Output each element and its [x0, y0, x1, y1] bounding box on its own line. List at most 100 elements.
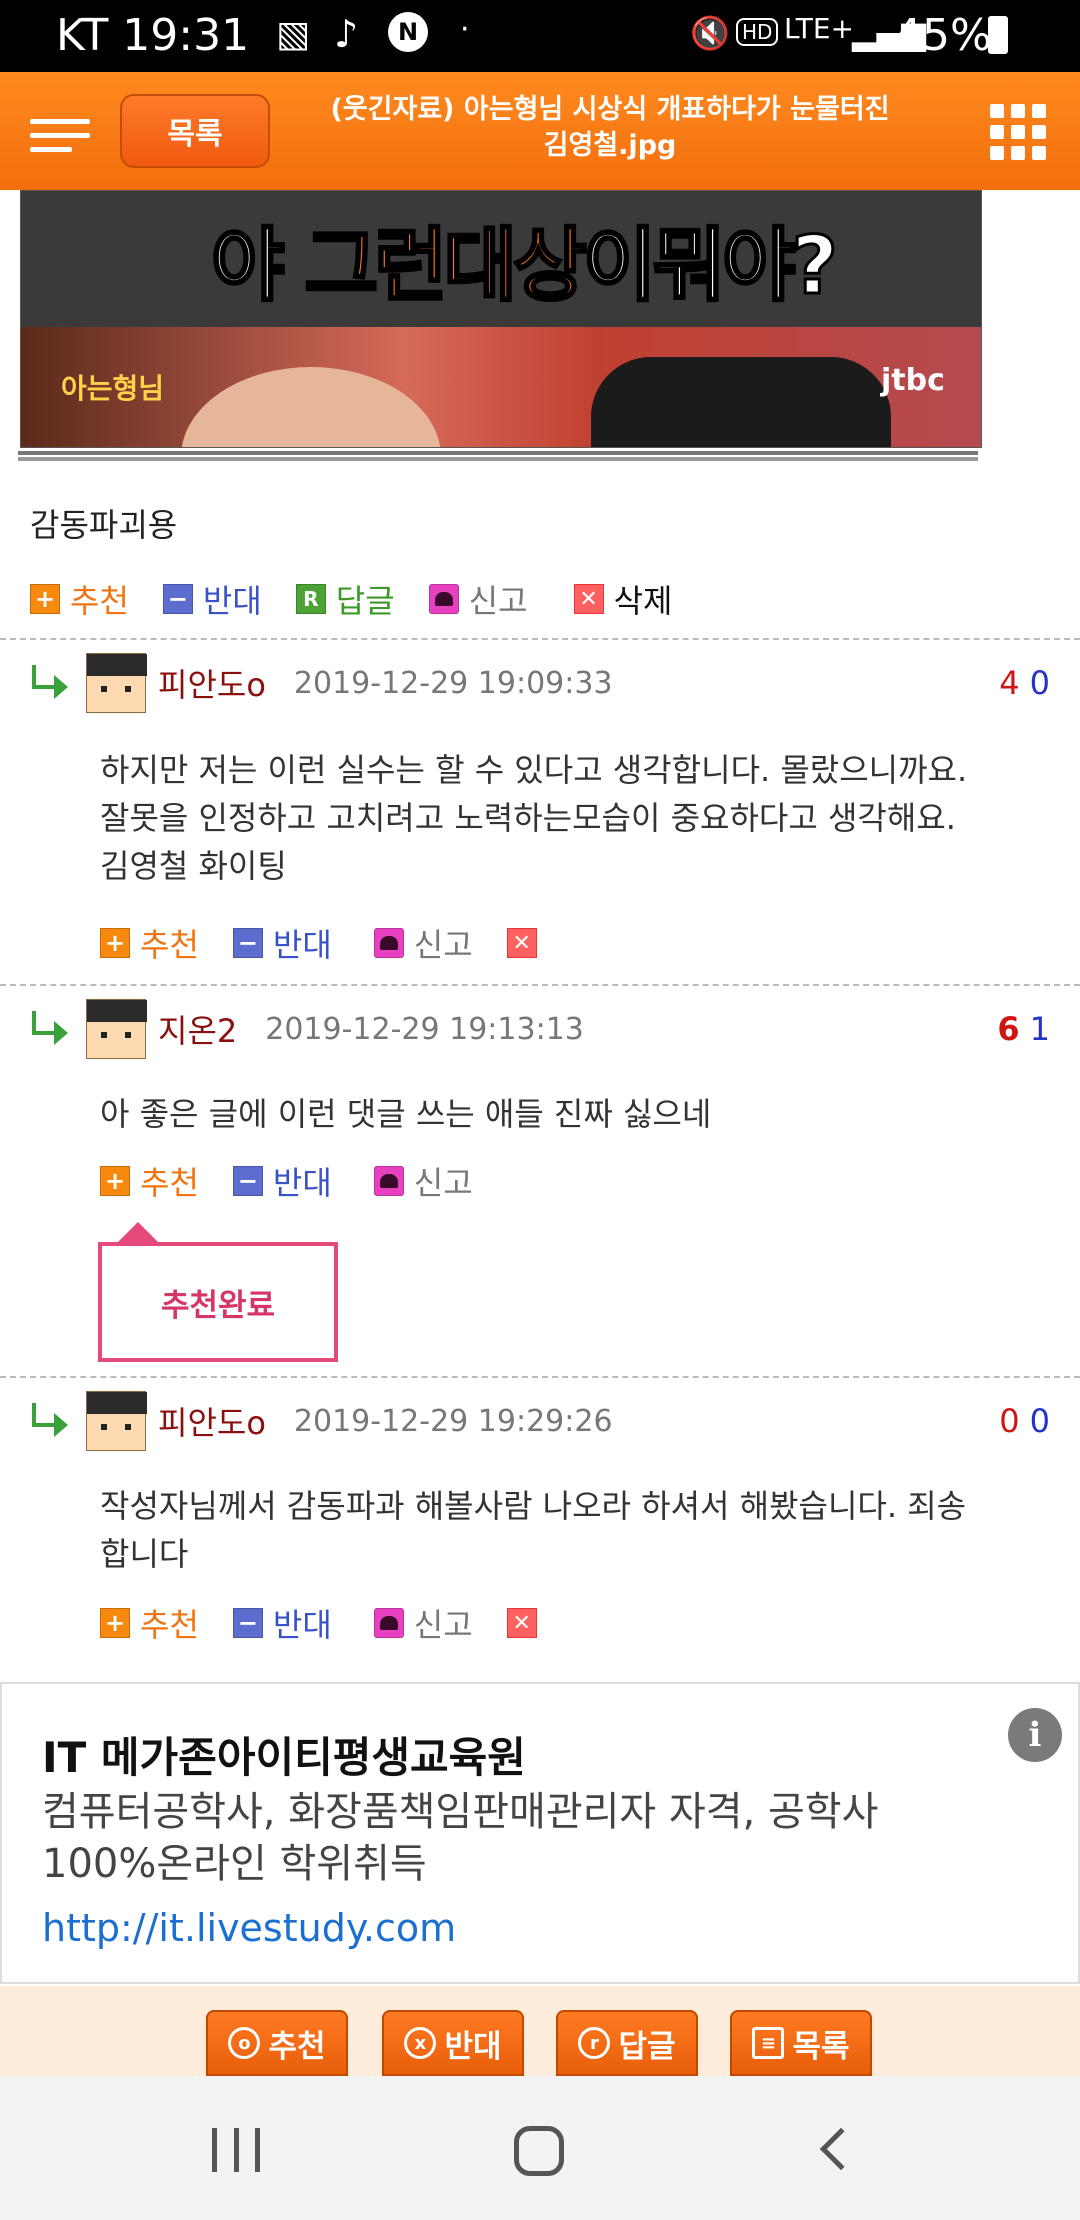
ad-link[interactable]: http://it.livestudy.com [42, 1906, 456, 1950]
close-icon: ✕ [506, 928, 537, 958]
comment-body: 작성자님께서 감동파과 해볼사람 나오라 하셔서 해봤습니다. 죄송 합니다 [100, 1487, 967, 1573]
bottom-reply-button[interactable]: r 답글 [556, 2010, 698, 2076]
close-icon: ✕ [573, 584, 604, 614]
vote-counts: 00 [999, 1402, 1050, 1440]
comment-item: 피안도o 2019-12-29 19:29:26 00 작성자님께서 감동파과 … [28, 1386, 1080, 1676]
battery-icon [988, 16, 1008, 54]
comment-date: 2019-12-29 19:13:13 [265, 1011, 584, 1047]
comment-actions: + 추천 − 반대 신고 [100, 1158, 1080, 1204]
minus-icon: − [162, 584, 193, 614]
comment-item: 피안도o 2019-12-29 19:09:33 40 하지만 저는 이런 실수… [28, 648, 1080, 988]
oppose-button[interactable]: − 반대 [232, 1158, 332, 1204]
reply-button[interactable]: R 답글 [295, 576, 395, 622]
image-caption: 야 그런대상이뭐야? [209, 218, 839, 314]
ad-banner[interactable]: IT 메가존아이티평생교육원 컴퓨터공학사, 화장품책임판매관리자 자격, 공학… [0, 1682, 1080, 1984]
status-bar: KT 19:31 ▧ ♪ N · 🔇 HD LTE+ ▂▄▆ 45% [0, 0, 1080, 72]
back-icon[interactable] [819, 2127, 863, 2171]
system-nav-bar [0, 2076, 1080, 2220]
report-button[interactable]: 신고 [373, 1600, 473, 1646]
comment-nick[interactable]: 피안도o [158, 1398, 266, 1444]
divider [0, 638, 1080, 640]
avatar [86, 653, 147, 713]
minus-icon: − [232, 1166, 263, 1196]
recommend-done-popup: 추천완료 [98, 1222, 338, 1362]
broadcaster-logo: jtbc [881, 363, 945, 398]
report-button[interactable]: 신고 [373, 1158, 473, 1204]
comment-body: 하지만 저는 이런 실수는 할 수 있다고 생각합니다. 몰랐으니까요. 잘못을… [100, 751, 968, 885]
post-body: 감동파괴용 [30, 506, 178, 544]
recent-apps-icon[interactable] [212, 2128, 260, 2172]
bottom-recommend-button[interactable]: o 추천 [206, 2010, 348, 2076]
close-icon: ✕ [506, 1608, 537, 1638]
vote-counts: 40 [999, 664, 1050, 702]
divider [18, 451, 978, 461]
show-logo: 아는형님 [61, 372, 165, 405]
post-title-line1: (웃긴자료) 아는형님 시상식 개표하다가 눈물터진 [330, 94, 890, 125]
vote-counts: 61 [997, 1010, 1050, 1048]
list-icon: ≡ [752, 2027, 785, 2059]
reply-arrow-icon [28, 1011, 72, 1047]
network-label: LTE+ [784, 12, 854, 45]
music-icon: ♪ [334, 12, 359, 56]
circle-o-icon: o [228, 2027, 261, 2059]
oppose-button[interactable]: − 반대 [162, 576, 262, 622]
recommend-button[interactable]: + 추천 [100, 920, 199, 966]
home-icon[interactable] [514, 2126, 564, 2176]
hd-icon: HD [736, 18, 779, 46]
reply-arrow-icon [28, 1403, 72, 1439]
naver-icon: N [388, 12, 428, 52]
info-icon[interactable]: i [1008, 1708, 1062, 1762]
siren-icon [428, 584, 459, 614]
oppose-button[interactable]: − 반대 [232, 920, 332, 966]
ad-title[interactable]: IT 메가존아이티평생교육원 [42, 1724, 526, 1785]
post-title-line2: 김영철.jpg [543, 130, 677, 161]
delete-button[interactable]: ✕ [506, 1608, 547, 1638]
comment-actions: + 추천 − 반대 신고 ✕ [100, 920, 1080, 966]
menu-icon[interactable] [30, 119, 90, 153]
recommend-button[interactable]: + 추천 [30, 576, 129, 622]
comment-body: 아 좋은 글에 이런 댓글 쓰는 애들 진짜 싫으네 [100, 1095, 712, 1133]
delete-button[interactable]: ✕ 삭제 [573, 576, 672, 622]
post-image: 야 그런대상이뭐야? 아는형님 jtbc [20, 190, 982, 448]
comment-nick[interactable]: 피안도o [158, 660, 266, 706]
post-title: (웃긴자료) 아는형님 시상식 개표하다가 눈물터진 김영철.jpg [300, 92, 920, 164]
top-bar: 목록 (웃긴자료) 아는형님 시상식 개표하다가 눈물터진 김영철.jpg [0, 72, 1080, 190]
siren-icon [373, 1166, 404, 1196]
recommend-button[interactable]: + 추천 [100, 1600, 199, 1646]
comment-header: 피안도o 2019-12-29 19:29:26 00 [28, 1386, 1080, 1456]
plus-icon: + [100, 928, 130, 958]
battery-percent: 45% [894, 10, 992, 61]
comment-header: 피안도o 2019-12-29 19:09:33 40 [28, 648, 1080, 718]
avatar [86, 999, 147, 1059]
delete-button[interactable]: ✕ [506, 928, 547, 958]
divider [0, 1376, 1080, 1378]
avatar [86, 1391, 147, 1451]
minus-icon: − [232, 1608, 263, 1638]
plus-icon: + [100, 1166, 130, 1196]
divider [0, 984, 1080, 986]
bottom-oppose-button[interactable]: x 반대 [382, 2010, 524, 2076]
grid-menu-icon[interactable] [990, 104, 1046, 160]
report-button[interactable]: 신고 [428, 576, 528, 622]
mute-icon: 🔇 [690, 14, 730, 52]
carrier-time: KT 19:31 [56, 10, 250, 61]
post-actions: + 추천 − 반대 R 답글 신고 ✕ 삭제 [30, 576, 706, 622]
minus-icon: − [232, 928, 263, 958]
comment-actions: + 추천 − 반대 신고 ✕ [100, 1600, 1080, 1646]
bottom-list-button[interactable]: ≡ 목록 [730, 2010, 872, 2076]
bottom-action-bar: o 추천 x 반대 r 답글 ≡ 목록 [0, 1986, 1080, 2076]
reply-arrow-icon [28, 665, 72, 701]
oppose-button[interactable]: − 반대 [232, 1600, 332, 1646]
siren-icon [373, 928, 404, 958]
comment-date: 2019-12-29 19:09:33 [293, 665, 613, 701]
report-button[interactable]: 신고 [373, 920, 473, 966]
recommend-button[interactable]: + 추천 [100, 1158, 199, 1204]
plus-icon: + [100, 1608, 130, 1638]
circle-x-icon: x [404, 2027, 437, 2059]
circle-r-icon: r [578, 2027, 611, 2059]
plus-icon: + [30, 584, 60, 614]
comment-date: 2019-12-29 19:29:26 [293, 1403, 613, 1439]
list-button[interactable]: 목록 [120, 94, 270, 168]
gallery-icon: ▧ [276, 14, 311, 55]
comment-nick[interactable]: 지온2 [158, 1006, 237, 1052]
